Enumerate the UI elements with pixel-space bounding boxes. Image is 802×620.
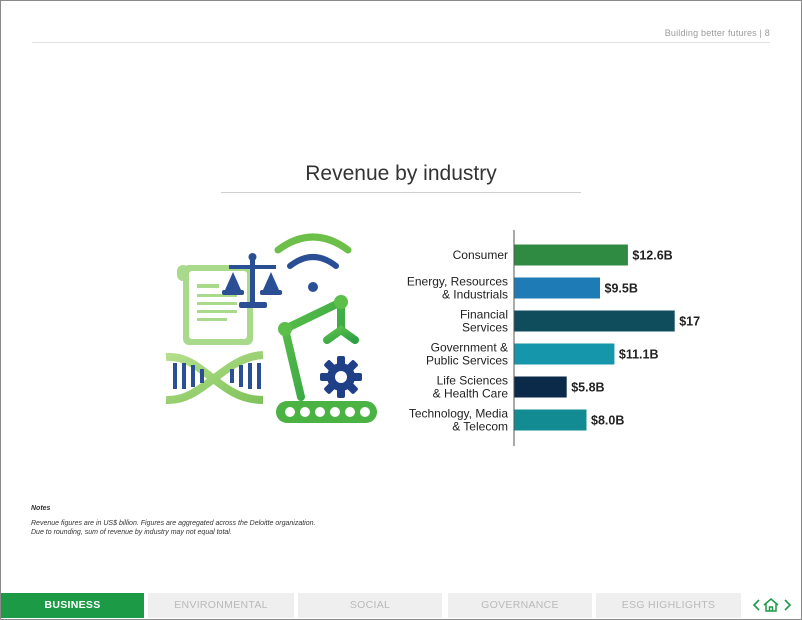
page-title: Revenue by industry [305,162,497,185]
category-label: Consumer [453,248,508,262]
notes-line: Due to rounding, sum of revenue by indus… [31,529,232,536]
category-label: Public Services [426,354,508,368]
value-label: $17.8B [679,315,700,329]
tab-governance[interactable]: GOVERNANCE [448,593,592,618]
bar [514,409,587,431]
tab-environmental[interactable]: ENVIRONMENTAL [148,593,294,618]
category-label: Technology, Media [409,407,508,421]
header-divider [32,42,770,43]
home-icon[interactable] [762,596,780,614]
conveyor-icon [276,401,377,423]
category-label: Government & [431,341,508,355]
gear-icon [320,356,362,398]
category-label: & Telecom [452,420,508,434]
chevron-right-icon[interactable] [779,596,795,614]
arm-joint-icon [278,322,292,336]
value-label: $5.8B [571,381,604,395]
arm-joint-icon [334,295,348,309]
title-divider [221,192,581,193]
category-label: & Health Care [433,387,509,401]
notes-line: Revenue figures are in US$ billion. Figu… [31,520,316,527]
value-label: $9.5B [605,282,638,296]
wifi-icon [274,233,352,292]
page-header: Building better futures | 8 [664,28,770,38]
bar [514,376,567,398]
bar [514,343,615,365]
tab-business[interactable]: BUSINESS [1,593,144,618]
notes-title: Notes [31,505,51,512]
section-nav: BUSINESS ENVIRONMENTAL SOCIAL GOVERNANCE… [1,593,801,619]
value-label: $8.0B [591,414,624,428]
dna-icon [165,351,264,405]
notes-section: Notes Revenue figures are in US$ billion… [31,504,451,537]
value-label: $12.6B [632,249,672,263]
tab-social[interactable]: SOCIAL [298,593,442,618]
industry-illustration [165,233,377,423]
tab-esg-highlights[interactable]: ESG HIGHLIGHTS [596,593,741,618]
bar [514,277,600,299]
category-label: Energy, Resources [407,275,508,289]
value-label: $11.1B [619,348,659,362]
category-label: Services [462,321,508,335]
bar [514,244,628,266]
revenue-bar-chart: $12.6B Consumer $9.5B Energy, Resources& In… [407,230,700,446]
bar [514,310,675,332]
category-label: Financial [460,308,508,322]
category-label: & Industrials [442,288,508,302]
category-label: Life Sciences [437,374,508,388]
